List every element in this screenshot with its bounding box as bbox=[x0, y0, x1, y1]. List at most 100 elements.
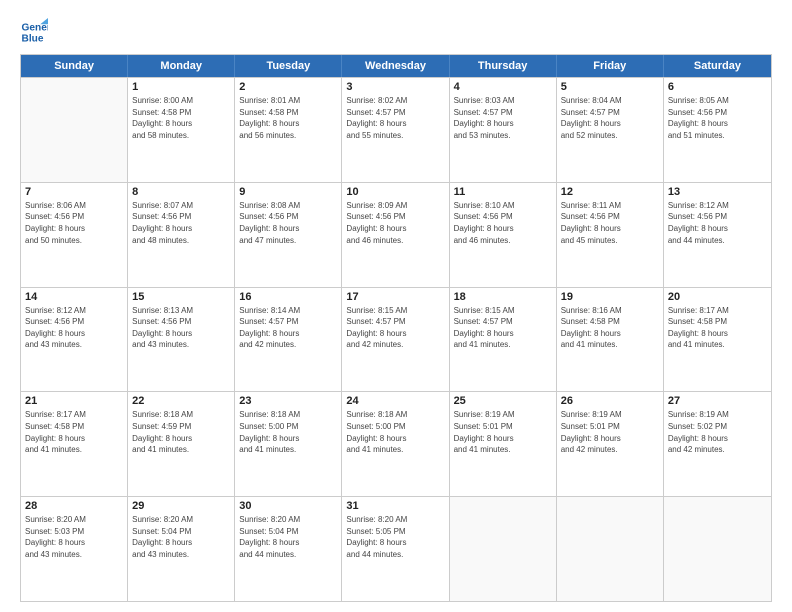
day-number: 5 bbox=[561, 81, 659, 93]
logo-icon: General Blue bbox=[20, 18, 48, 46]
calendar-cell: 3Sunrise: 8:02 AM Sunset: 4:57 PM Daylig… bbox=[342, 78, 449, 182]
day-number: 13 bbox=[668, 186, 767, 198]
day-info: Sunrise: 8:18 AM Sunset: 5:00 PM Dayligh… bbox=[346, 409, 444, 455]
calendar-cell: 9 Sunrise: 8:08 AM Sunset: 4:56 PM Daylig… bbox=[235, 183, 342, 287]
day-info: Sunrise: 8:06 AM Sunset: 4:56 PM Dayligh… bbox=[25, 200, 123, 246]
day-number: 10 bbox=[346, 186, 444, 198]
day-number: 16 bbox=[239, 291, 337, 303]
day-info: Sunrise: 8:20 AM Sunset: 5:04 PM Dayligh… bbox=[132, 514, 230, 560]
calendar-cell bbox=[21, 78, 128, 182]
calendar-cell: 16 Sunrise: 8:14 AM Sunset: 4:57 PM Dayli… bbox=[235, 288, 342, 392]
header-day-tuesday: Tuesday bbox=[235, 55, 342, 77]
calendar-cell: 30 Sunrise: 8:20 AM Sunset: 5:04 PM Dayli… bbox=[235, 497, 342, 601]
logo: General Blue bbox=[20, 18, 48, 46]
day-info: Sunrise: 8:20 AM Sunset: 5:03 PM Dayligh… bbox=[25, 514, 123, 560]
calendar-cell: 8Sunrise: 8:07 AM Sunset: 4:56 PM Daylig… bbox=[128, 183, 235, 287]
header-day-wednesday: Wednesday bbox=[342, 55, 449, 77]
day-info: Sunrise: 8:17 AM Sunset: 4:58 PM Dayligh… bbox=[668, 305, 767, 351]
day-number: 19 bbox=[561, 291, 659, 303]
day-number: 8 bbox=[132, 186, 230, 198]
day-number: 29 bbox=[132, 500, 230, 512]
day-info: Sunrise: 8:11 AM Sunset: 4:56 PM Dayligh… bbox=[561, 200, 659, 246]
day-number: 6 bbox=[668, 81, 767, 93]
day-info: Sunrise: 8:13 AM Sunset: 4:56 PM Dayligh… bbox=[132, 305, 230, 351]
calendar-cell: 29 Sunrise: 8:20 AM Sunset: 5:04 PM Dayli… bbox=[128, 497, 235, 601]
day-number: 30 bbox=[239, 500, 337, 512]
header-day-saturday: Saturday bbox=[664, 55, 771, 77]
calendar-cell: 12 Sunrise: 8:11 AM Sunset: 4:56 PM Dayli… bbox=[557, 183, 664, 287]
day-number: 26 bbox=[561, 395, 659, 407]
calendar-cell: 23Sunrise: 8:18 AM Sunset: 5:00 PM Dayli… bbox=[235, 392, 342, 496]
day-number: 18 bbox=[454, 291, 552, 303]
day-info: Sunrise: 8:15 AM Sunset: 4:57 PM Dayligh… bbox=[454, 305, 552, 351]
week-row-1: 1 Sunrise: 8:00 AM Sunset: 4:58 PM Daylig… bbox=[21, 77, 771, 182]
day-number: 12 bbox=[561, 186, 659, 198]
day-info: Sunrise: 8:20 AM Sunset: 5:04 PM Dayligh… bbox=[239, 514, 337, 560]
day-number: 21 bbox=[25, 395, 123, 407]
day-info: Sunrise: 8:08 AM Sunset: 4:56 PM Dayligh… bbox=[239, 200, 337, 246]
calendar-cell: 10 Sunrise: 8:09 AM Sunset: 4:56 PM Dayli… bbox=[342, 183, 449, 287]
calendar-cell: 6 Sunrise: 8:05 AM Sunset: 4:56 PM Daylig… bbox=[664, 78, 771, 182]
day-info: Sunrise: 8:20 AM Sunset: 5:05 PM Dayligh… bbox=[346, 514, 444, 560]
calendar-cell bbox=[557, 497, 664, 601]
day-number: 27 bbox=[668, 395, 767, 407]
day-number: 15 bbox=[132, 291, 230, 303]
page: General Blue SundayMondayTuesdayWednesda… bbox=[0, 0, 792, 612]
calendar-cell: 19Sunrise: 8:16 AM Sunset: 4:58 PM Dayli… bbox=[557, 288, 664, 392]
day-info: Sunrise: 8:00 AM Sunset: 4:58 PM Dayligh… bbox=[132, 95, 230, 141]
day-number: 3 bbox=[346, 81, 444, 93]
day-info: Sunrise: 8:19 AM Sunset: 5:01 PM Dayligh… bbox=[454, 409, 552, 455]
day-info: Sunrise: 8:14 AM Sunset: 4:57 PM Dayligh… bbox=[239, 305, 337, 351]
day-number: 22 bbox=[132, 395, 230, 407]
calendar-cell: 21 Sunrise: 8:17 AM Sunset: 4:58 PM Dayli… bbox=[21, 392, 128, 496]
day-info: Sunrise: 8:17 AM Sunset: 4:58 PM Dayligh… bbox=[25, 409, 123, 455]
calendar-cell: 11Sunrise: 8:10 AM Sunset: 4:56 PM Dayli… bbox=[450, 183, 557, 287]
day-number: 9 bbox=[239, 186, 337, 198]
svg-text:Blue: Blue bbox=[22, 33, 44, 44]
day-number: 28 bbox=[25, 500, 123, 512]
day-number: 1 bbox=[132, 81, 230, 93]
day-info: Sunrise: 8:09 AM Sunset: 4:56 PM Dayligh… bbox=[346, 200, 444, 246]
calendar-cell: 15 Sunrise: 8:13 AM Sunset: 4:56 PM Dayli… bbox=[128, 288, 235, 392]
calendar-cell: 22 Sunrise: 8:18 AM Sunset: 4:59 PM Dayli… bbox=[128, 392, 235, 496]
header-day-sunday: Sunday bbox=[21, 55, 128, 77]
day-number: 7 bbox=[25, 186, 123, 198]
day-info: Sunrise: 8:04 AM Sunset: 4:57 PM Dayligh… bbox=[561, 95, 659, 141]
calendar: SundayMondayTuesdayWednesdayThursdayFrid… bbox=[20, 54, 772, 602]
day-number: 11 bbox=[454, 186, 552, 198]
calendar-cell: 28 Sunrise: 8:20 AM Sunset: 5:03 PM Dayli… bbox=[21, 497, 128, 601]
calendar-cell: 24Sunrise: 8:18 AM Sunset: 5:00 PM Dayli… bbox=[342, 392, 449, 496]
calendar-cell: 1 Sunrise: 8:00 AM Sunset: 4:58 PM Daylig… bbox=[128, 78, 235, 182]
day-info: Sunrise: 8:05 AM Sunset: 4:56 PM Dayligh… bbox=[668, 95, 767, 141]
calendar-header: SundayMondayTuesdayWednesdayThursdayFrid… bbox=[21, 55, 771, 77]
week-row-5: 28 Sunrise: 8:20 AM Sunset: 5:03 PM Dayli… bbox=[21, 496, 771, 601]
calendar-cell bbox=[664, 497, 771, 601]
calendar-body: 1 Sunrise: 8:00 AM Sunset: 4:58 PM Daylig… bbox=[21, 77, 771, 601]
calendar-cell bbox=[450, 497, 557, 601]
header: General Blue bbox=[20, 18, 772, 46]
calendar-cell: 31 Sunrise: 8:20 AM Sunset: 5:05 PM Dayli… bbox=[342, 497, 449, 601]
day-number: 2 bbox=[239, 81, 337, 93]
header-day-thursday: Thursday bbox=[450, 55, 557, 77]
calendar-cell: 2Sunrise: 8:01 AM Sunset: 4:58 PM Daylig… bbox=[235, 78, 342, 182]
calendar-cell: 27Sunrise: 8:19 AM Sunset: 5:02 PM Dayli… bbox=[664, 392, 771, 496]
calendar-cell: 26Sunrise: 8:19 AM Sunset: 5:01 PM Dayli… bbox=[557, 392, 664, 496]
day-info: Sunrise: 8:15 AM Sunset: 4:57 PM Dayligh… bbox=[346, 305, 444, 351]
calendar-cell: 13 Sunrise: 8:12 AM Sunset: 4:56 PM Dayli… bbox=[664, 183, 771, 287]
day-info: Sunrise: 8:12 AM Sunset: 4:56 PM Dayligh… bbox=[668, 200, 767, 246]
header-day-friday: Friday bbox=[557, 55, 664, 77]
day-number: 25 bbox=[454, 395, 552, 407]
calendar-cell: 7 Sunrise: 8:06 AM Sunset: 4:56 PM Daylig… bbox=[21, 183, 128, 287]
day-info: Sunrise: 8:18 AM Sunset: 4:59 PM Dayligh… bbox=[132, 409, 230, 455]
day-number: 31 bbox=[346, 500, 444, 512]
week-row-2: 7 Sunrise: 8:06 AM Sunset: 4:56 PM Daylig… bbox=[21, 182, 771, 287]
day-number: 23 bbox=[239, 395, 337, 407]
week-row-4: 21 Sunrise: 8:17 AM Sunset: 4:58 PM Dayli… bbox=[21, 391, 771, 496]
day-number: 4 bbox=[454, 81, 552, 93]
day-number: 17 bbox=[346, 291, 444, 303]
header-day-monday: Monday bbox=[128, 55, 235, 77]
calendar-cell: 4 Sunrise: 8:03 AM Sunset: 4:57 PM Daylig… bbox=[450, 78, 557, 182]
day-info: Sunrise: 8:03 AM Sunset: 4:57 PM Dayligh… bbox=[454, 95, 552, 141]
day-info: Sunrise: 8:12 AM Sunset: 4:56 PM Dayligh… bbox=[25, 305, 123, 351]
calendar-cell: 25 Sunrise: 8:19 AM Sunset: 5:01 PM Dayli… bbox=[450, 392, 557, 496]
